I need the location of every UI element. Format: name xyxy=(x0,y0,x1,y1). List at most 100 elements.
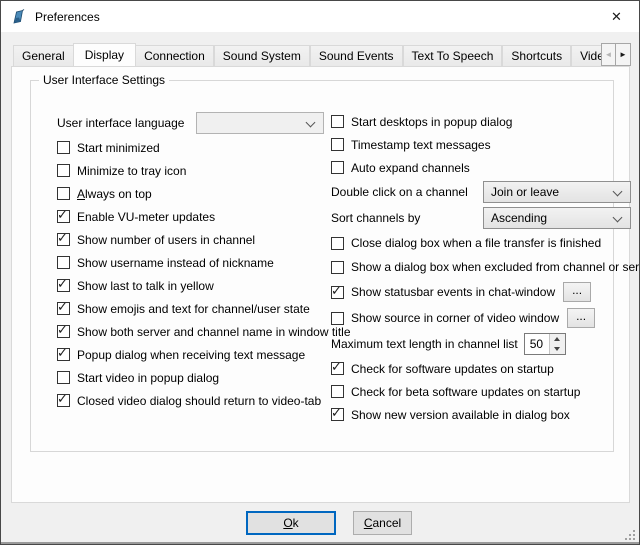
checkbox-label: Show a dialog box when excluded from cha… xyxy=(351,260,640,274)
checkbox[interactable]: ✓ xyxy=(57,394,70,407)
checkbox-label: Minimize to tray icon xyxy=(77,164,186,178)
checkbox[interactable]: ✓ xyxy=(57,210,70,223)
close-button[interactable]: ✕ xyxy=(594,1,639,32)
checkbox[interactable] xyxy=(331,138,344,151)
max-text-length-row: Maximum text length in channel list 50 xyxy=(331,331,640,357)
checkbox-row-check-for-software-updates-on-startup[interactable]: ✓Check for software updates on startup xyxy=(331,357,640,380)
ok-button-label: Ok xyxy=(283,516,298,530)
cancel-button-label: Cancel xyxy=(364,516,401,530)
arrow-left-icon: ◄ xyxy=(605,50,613,59)
checkbox[interactable] xyxy=(331,261,344,274)
spinner-buttons xyxy=(549,334,565,354)
tab-scroll-left-button[interactable]: ◄ xyxy=(601,43,616,66)
ok-button[interactable]: Ok xyxy=(246,511,336,535)
checkbox-row-start-video-in-popup-dialog[interactable]: Start video in popup dialog xyxy=(57,366,327,389)
tab-sound-events[interactable]: Sound Events xyxy=(310,45,403,66)
preferences-dialog: Preferences ✕ General Display Connection So… xyxy=(0,0,640,545)
checkbox-row-start-minimized[interactable]: Start minimized xyxy=(57,136,327,159)
checkbox-row-show-number-of-users-in-channel[interactable]: ✓Show number of users in channel xyxy=(57,228,327,251)
checkbox-row-show-username-instead-of-nickname[interactable]: Show username instead of nickname xyxy=(57,251,327,274)
checkbox-label: Check for beta software updates on start… xyxy=(351,385,580,399)
tab-label: Sound Events xyxy=(319,49,394,63)
double-click-select[interactable]: Join or leave xyxy=(483,181,631,203)
right-top-checkbox-list: Start desktops in popup dialogTimestamp … xyxy=(331,110,640,179)
spin-down-button[interactable] xyxy=(550,344,565,354)
checkbox-label: Start minimized xyxy=(77,141,160,155)
checkbox-row-close-dialog-box-when-a-file-transfer-is-finished[interactable]: Close dialog box when a file transfer is… xyxy=(331,231,640,255)
tab-label: Display xyxy=(85,48,124,62)
tab-sound-system[interactable]: Sound System xyxy=(214,45,310,66)
checkbox-row-closed-video-dialog-should-return-to-video-tab[interactable]: ✓Closed video dialog should return to vi… xyxy=(57,389,327,412)
tab-label: General xyxy=(22,49,65,63)
checkbox-row-enable-vu-meter-updates[interactable]: ✓ Enable VU-meter updates xyxy=(57,205,327,228)
checkbox[interactable]: ✓ xyxy=(57,233,70,246)
language-select[interactable] xyxy=(196,112,324,134)
checkbox-row-always-on-top[interactable]: Always on top xyxy=(57,182,327,205)
checkbox[interactable] xyxy=(331,237,344,250)
arrow-right-icon: ► xyxy=(619,50,627,59)
double-click-value: Join or leave xyxy=(491,185,559,199)
checkmark-icon: ✓ xyxy=(57,207,68,223)
right-button-checkbox-list: ✓Show statusbar events in chat-window...… xyxy=(331,279,640,331)
tab-display[interactable]: Display xyxy=(73,43,136,66)
sort-channels-value: Ascending xyxy=(491,211,547,225)
checkbox[interactable]: ✓ xyxy=(331,408,344,421)
right-column: Start desktops in popup dialogTimestamp … xyxy=(331,110,640,426)
checkbox-row-timestamp-text-messages[interactable]: Timestamp text messages xyxy=(331,133,640,156)
checkbox-label: Enable VU-meter updates xyxy=(77,210,215,224)
checkbox-row-popup-dialog-when-receiving-text-message[interactable]: ✓Popup dialog when receiving text messag… xyxy=(57,343,327,366)
more-options-button[interactable]: ... xyxy=(563,282,591,302)
sort-channels-select[interactable]: Ascending xyxy=(483,207,631,229)
spin-up-button[interactable] xyxy=(550,334,565,344)
tab-scroll-right-button[interactable]: ► xyxy=(616,43,631,66)
checkmark-icon: ✓ xyxy=(57,391,68,407)
tab-video[interactable]: Video xyxy=(571,45,601,66)
left-checkbox-list: Start minimized Minimize to tray icon Alwa… xyxy=(57,136,327,412)
sort-channels-row: Sort channels by Ascending xyxy=(331,205,640,231)
checkbox[interactable] xyxy=(57,371,70,384)
window-title: Preferences xyxy=(35,10,100,24)
checkbox-row-auto-expand-channels[interactable]: Auto expand channels xyxy=(331,156,640,179)
checkbox-row-show-last-to-talk-in-yellow[interactable]: ✓Show last to talk in yellow xyxy=(57,274,327,297)
checkbox[interactable]: ✓ xyxy=(57,302,70,315)
checkmark-icon: ✓ xyxy=(57,299,68,315)
checkbox[interactable]: ✓ xyxy=(331,362,344,375)
checkbox-row-minimize-to-tray-icon[interactable]: Minimize to tray icon xyxy=(57,159,327,182)
tab-general[interactable]: General xyxy=(13,45,74,66)
resize-grip[interactable] xyxy=(625,530,635,540)
checkbox-row-show-a-dialog-box-when-excluded-from-channel-or-server[interactable]: Show a dialog box when excluded from cha… xyxy=(331,255,640,279)
checkbox-row-show-source-in-corner-of-video-window[interactable]: Show source in corner of video window... xyxy=(331,305,640,331)
max-text-length-spinner[interactable]: 50 xyxy=(524,333,566,355)
checkbox-row-check-for-beta-software-updates-on-startup[interactable]: Check for beta software updates on start… xyxy=(331,380,640,403)
checkbox-row-show-statusbar-events-in-chat-window[interactable]: ✓Show statusbar events in chat-window... xyxy=(331,279,640,305)
checkbox-row-show-emojis-and-text-for-channel-user-state[interactable]: ✓Show emojis and text for channel/user s… xyxy=(57,297,327,320)
checkbox[interactable] xyxy=(331,115,344,128)
right-bottom-checkbox-list: ✓Check for software updates on startup Ch… xyxy=(331,357,640,426)
group-title: User Interface Settings xyxy=(39,73,169,87)
tab-connection[interactable]: Connection xyxy=(135,45,214,66)
checkmark-icon: ✓ xyxy=(57,276,68,292)
checkbox[interactable] xyxy=(57,141,70,154)
tab-label: Shortcuts xyxy=(511,49,562,63)
max-text-length-value[interactable]: 50 xyxy=(525,334,549,354)
checkbox[interactable] xyxy=(331,161,344,174)
checkbox-row-show-new-version-available-in-dialog-box[interactable]: ✓Show new version available in dialog bo… xyxy=(331,403,640,426)
checkbox-label: Start video in popup dialog xyxy=(77,371,219,385)
cancel-button[interactable]: Cancel xyxy=(353,511,412,535)
tab-label: Sound System xyxy=(223,49,301,63)
chevron-down-icon xyxy=(306,118,316,128)
tab-text-to-speech[interactable]: Text To Speech xyxy=(403,45,503,66)
more-options-button[interactable]: ... xyxy=(567,308,595,328)
checkbox[interactable]: ✓ xyxy=(57,348,70,361)
checkbox[interactable]: ✓ xyxy=(331,286,344,299)
checkbox-row-show-both-server-and-channel-name-in-window-title[interactable]: ✓Show both server and channel name in wi… xyxy=(57,320,327,343)
checkbox[interactable] xyxy=(57,256,70,269)
checkbox-row-start-desktops-in-popup-dialog[interactable]: Start desktops in popup dialog xyxy=(331,110,640,133)
checkbox[interactable]: ✓ xyxy=(57,279,70,292)
checkbox[interactable] xyxy=(57,164,70,177)
tab-shortcuts[interactable]: Shortcuts xyxy=(502,45,571,66)
checkbox[interactable] xyxy=(57,187,70,200)
checkbox[interactable]: ✓ xyxy=(57,325,70,338)
checkbox[interactable] xyxy=(331,312,344,325)
checkbox[interactable] xyxy=(331,385,344,398)
